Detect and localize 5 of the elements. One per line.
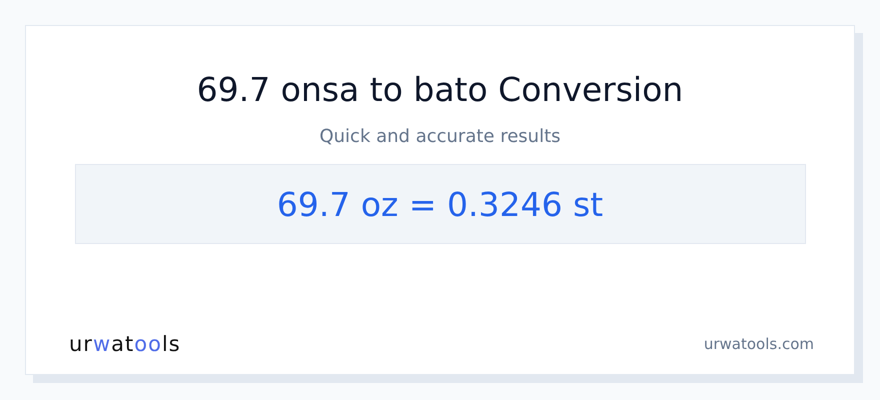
conversion-result: 69.7 oz = 0.3246 st [276, 184, 604, 224]
page-title: 69.7 onsa to bato Conversion [196, 69, 684, 111]
site-link[interactable]: urwatools.com [704, 335, 814, 353]
subtitle: Quick and accurate results [319, 125, 561, 149]
logo: urwatools [69, 332, 181, 356]
